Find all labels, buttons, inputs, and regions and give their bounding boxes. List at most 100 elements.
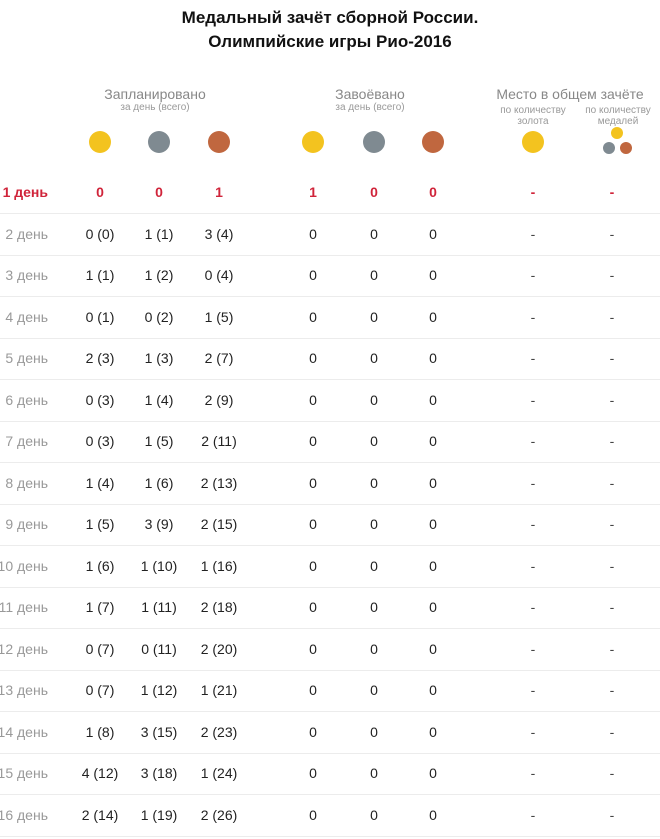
place-by-medals-cell: -	[609, 184, 615, 200]
won-gold-cell: 0	[309, 267, 317, 283]
planned-bronze-cell: 2 (23)	[200, 724, 238, 740]
won-bronze-cell: 0	[429, 267, 437, 283]
won-bronze-cell: 0	[429, 599, 437, 615]
place-by-gold-cell: -	[530, 516, 536, 532]
table-row: 7 день 0 (3) 1 (5) 2 (11) 0 0 0 - -	[0, 421, 660, 463]
planned-gold-cell: 0 (7)	[85, 641, 115, 657]
day-cell: 4 день	[5, 309, 48, 325]
won-bronze-cell: 0	[429, 807, 437, 823]
day-cell: 9 день	[5, 516, 48, 532]
table-row: 6 день 0 (3) 1 (4) 2 (9) 0 0 0 - -	[0, 380, 660, 422]
day-cell: 3 день	[5, 267, 48, 283]
planned-silver-cell: 1 (1)	[144, 226, 174, 242]
place-by-gold-cell: -	[530, 392, 536, 408]
won-bronze-cell: 0	[429, 350, 437, 366]
place-by-medals-cell: -	[609, 267, 615, 283]
place-by-medals-cell: -	[609, 765, 615, 781]
won-gold-cell: 0	[309, 392, 317, 408]
planned-bronze-cell: 2 (9)	[204, 392, 234, 408]
place-by-gold-cell: -	[530, 226, 536, 242]
won-gold-cell: 0	[309, 558, 317, 574]
place-by-medals-cell: -	[609, 641, 615, 657]
won-silver-cell: 0	[370, 724, 378, 740]
won-silver-cell: 0	[370, 765, 378, 781]
won-silver-cell: 0	[370, 599, 378, 615]
won-silver-cell: 0	[370, 558, 378, 574]
planned-gold-cell: 4 (12)	[81, 765, 119, 781]
planned-gold-cell: 1 (1)	[85, 267, 115, 283]
won-silver-cell: 0	[370, 682, 378, 698]
won-label: Завоёвано	[335, 86, 405, 102]
planned-silver-cell: 1 (19)	[140, 807, 178, 823]
planned-gold-cell: 0 (1)	[85, 309, 115, 325]
won-bronze-cell: 0	[429, 392, 437, 408]
won-gold-cell: 1	[309, 184, 317, 200]
planned-gold-cell: 0 (0)	[85, 226, 115, 242]
medal-cluster-bronze-icon	[620, 142, 632, 154]
table-row: 14 день 1 (8) 3 (15) 2 (23) 0 0 0 - -	[0, 712, 660, 754]
planned-gold-cell: 1 (4)	[85, 475, 115, 491]
day-cell: 10 день	[0, 558, 48, 574]
won-bronze-cell: 0	[429, 558, 437, 574]
place-by-gold-cell: -	[530, 267, 536, 283]
table-row: 12 день 0 (7) 0 (11) 2 (20) 0 0 0 - -	[0, 629, 660, 671]
planned-gold-cell: 2 (14)	[81, 807, 119, 823]
won-bronze-cell: 0	[429, 641, 437, 657]
won-bronze-cell: 0	[429, 475, 437, 491]
place-by-gold-cell: -	[530, 724, 536, 740]
day-cell: 8 день	[5, 475, 48, 491]
day-cell: 2 день	[5, 226, 48, 242]
planned-silver-cell: 1 (6)	[144, 475, 174, 491]
planned-silver-cell: 1 (10)	[140, 558, 178, 574]
place-by-gold-cell: -	[530, 309, 536, 325]
place-by-gold-cell: -	[530, 599, 536, 615]
won-bronze-cell: 0	[429, 433, 437, 449]
planned-bronze-cell: 1	[215, 184, 223, 200]
gold-medal-icon	[302, 131, 324, 153]
table-row: 1 день 0 0 1 1 0 0 - -	[0, 172, 660, 214]
planned-bronze-cell: 2 (11)	[201, 433, 237, 449]
place-by-medals-cell: -	[609, 807, 615, 823]
planned-gold-cell: 1 (6)	[85, 558, 115, 574]
won-gold-cell: 0	[309, 765, 317, 781]
won-bronze-cell: 0	[429, 682, 437, 698]
won-gold-cell: 0	[309, 516, 317, 532]
place-by-medals-cell: -	[609, 392, 615, 408]
planned-gold-cell: 2 (3)	[85, 350, 115, 366]
planned-bronze-cell: 1 (16)	[200, 558, 238, 574]
won-gold-cell: 0	[309, 599, 317, 615]
planned-silver-cell: 1 (2)	[144, 267, 174, 283]
table-row: 13 день 0 (7) 1 (12) 1 (21) 0 0 0 - -	[0, 670, 660, 712]
won-gold-cell: 0	[309, 475, 317, 491]
planned-silver-cell: 0 (11)	[141, 641, 177, 657]
won-gold-cell: 0	[309, 682, 317, 698]
planned-silver-cell: 1 (4)	[144, 392, 174, 408]
won-sublabel: за день (всего)	[335, 102, 405, 113]
day-cell: 11 день	[0, 599, 48, 615]
place-by-medals-cell: -	[609, 599, 615, 615]
won-silver-cell: 0	[370, 475, 378, 491]
planned-bronze-cell: 2 (26)	[200, 807, 238, 823]
planned-gold-cell: 0	[96, 184, 104, 200]
planned-gold-cell: 1 (5)	[85, 516, 115, 532]
won-silver-cell: 0	[370, 309, 378, 325]
planned-silver-cell: 1 (3)	[144, 350, 174, 366]
day-cell: 7 день	[5, 433, 48, 449]
planned-bronze-cell: 2 (7)	[204, 350, 234, 366]
table-row: 3 день 1 (1) 1 (2) 0 (4) 0 0 0 - -	[0, 255, 660, 297]
place-by-gold-cell: -	[530, 641, 536, 657]
table-row: 15 день 4 (12) 3 (18) 1 (24) 0 0 0 - -	[0, 753, 660, 795]
medal-cluster-gold-icon	[611, 127, 623, 139]
won-bronze-cell: 0	[429, 184, 437, 200]
place-by-gold-cell: -	[530, 765, 536, 781]
planned-gold-cell: 0 (7)	[85, 682, 115, 698]
place-label: Место в общем зачёте	[496, 86, 644, 102]
won-header: Завоёвано за день (всего)	[300, 86, 440, 114]
planned-label: Запланировано	[104, 86, 206, 102]
place-by-medals-cell: -	[609, 350, 615, 366]
planned-bronze-cell: 2 (13)	[200, 475, 238, 491]
won-bronze-cell: 0	[429, 724, 437, 740]
bronze-medal-icon	[422, 131, 444, 153]
bronze-medal-icon	[208, 131, 230, 153]
planned-bronze-cell: 1 (24)	[200, 765, 238, 781]
